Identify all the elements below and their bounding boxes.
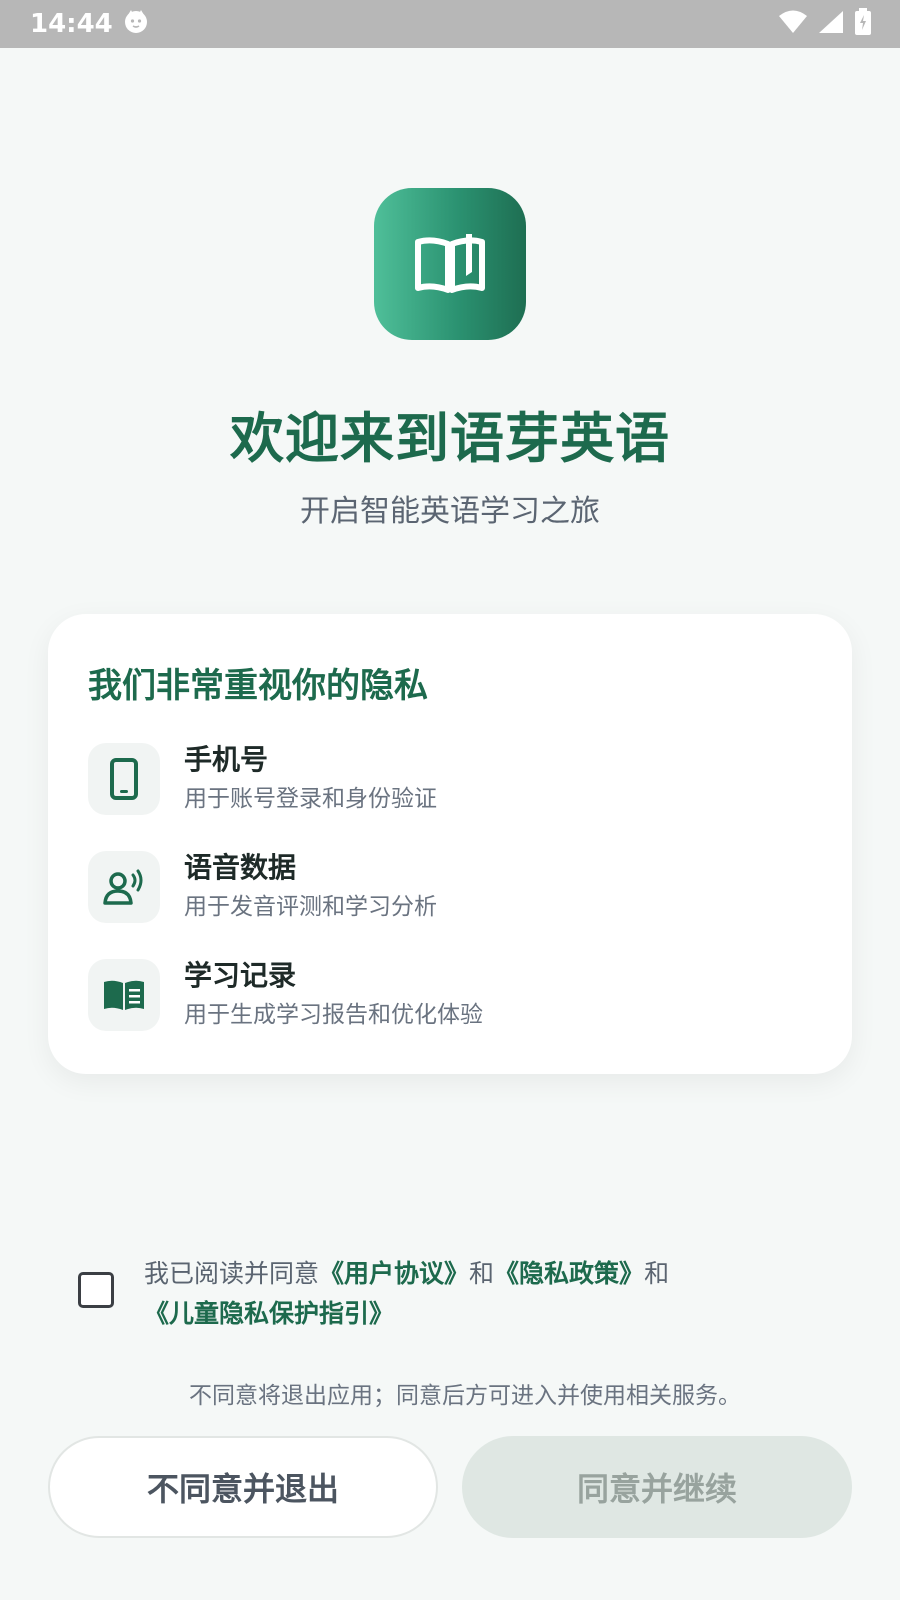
privacy-item-title: 语音数据: [184, 851, 297, 884]
page-subtitle: 开启智能英语学习之旅: [300, 494, 600, 529]
agree-continue-button[interactable]: 同意并继续: [462, 1436, 852, 1538]
user-agreement-link[interactable]: 《用户协议》: [319, 1259, 469, 1288]
consent-and: 和: [469, 1259, 495, 1288]
open-book-icon: [415, 234, 485, 293]
voice-user-icon: [88, 851, 160, 923]
privacy-card-title: 我们非常重视你的隐私: [88, 666, 428, 706]
privacy-card: 我们非常重视你的隐私 手机号 用于账号登录和身份验证 语音数据 用于发音评测和学…: [48, 614, 852, 1074]
battery-icon: [854, 8, 872, 40]
privacy-item-voice: 语音数据 用于发音评测和学习分析: [88, 850, 808, 924]
exit-note: 不同意将退出应用；同意后方可进入并使用相关服务。: [189, 1383, 741, 1409]
phone-icon: [88, 743, 160, 815]
privacy-item-phone: 手机号 用于账号登录和身份验证: [88, 742, 808, 816]
page-title: 欢迎来到语芽英语: [230, 407, 670, 470]
privacy-item-desc: 用于生成学习报告和优化体验: [184, 1002, 483, 1028]
consent-row: 我已阅读并同意《用户协议》和《隐私政策》和 《儿童隐私保护指引》: [78, 1254, 838, 1344]
child-privacy-link[interactable]: 《儿童隐私保护指引》: [144, 1299, 394, 1328]
privacy-item-title: 手机号: [184, 743, 269, 776]
consent-prefix: 我已阅读并同意: [144, 1259, 320, 1288]
signal-icon: [818, 10, 844, 38]
decline-exit-button[interactable]: 不同意并退出: [48, 1436, 438, 1538]
privacy-policy-link[interactable]: 《隐私政策》: [494, 1259, 644, 1288]
wifi-icon: [778, 10, 808, 38]
app-logo: [374, 188, 526, 340]
status-time: 14:44: [30, 9, 113, 39]
consent-and: 和: [644, 1259, 670, 1288]
privacy-item-desc: 用于账号登录和身份验证: [184, 786, 437, 812]
status-bar: 14:44: [0, 0, 900, 48]
privacy-item-title: 学习记录: [184, 959, 297, 992]
cat-notification-icon: [123, 8, 149, 41]
consent-text: 我已阅读并同意《用户协议》和《隐私政策》和 《儿童隐私保护指引》: [144, 1254, 784, 1334]
consent-checkbox[interactable]: [78, 1272, 114, 1308]
privacy-item-desc: 用于发音评测和学习分析: [184, 894, 437, 920]
book-icon: [88, 959, 160, 1031]
privacy-item-study-record: 学习记录 用于生成学习报告和优化体验: [88, 958, 808, 1032]
